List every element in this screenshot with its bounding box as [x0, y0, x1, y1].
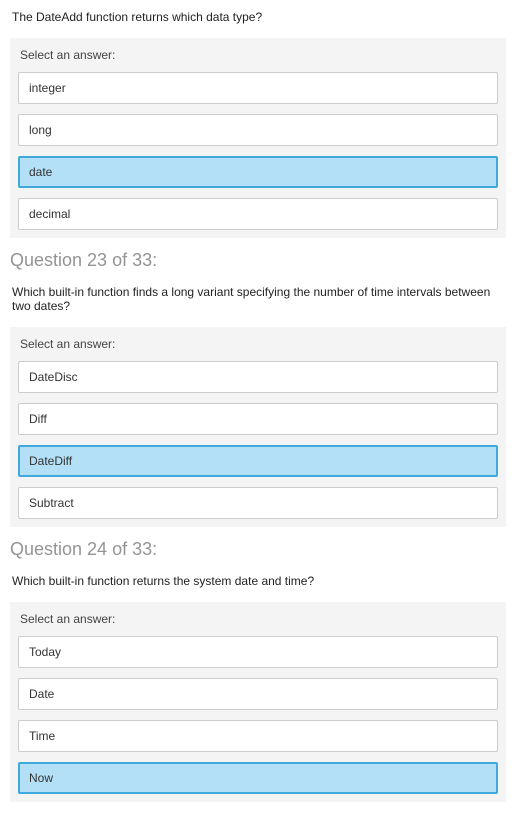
answer-option[interactable]: Today [18, 636, 498, 668]
question-text: Which built-in function returns the syst… [0, 564, 516, 594]
answer-option[interactable]: Diff [18, 403, 498, 435]
answer-option[interactable]: Now [18, 762, 498, 794]
answer-option[interactable]: Subtract [18, 487, 498, 519]
question-header: Question 24 of 33: [0, 527, 516, 564]
answer-option[interactable]: integer [18, 72, 498, 104]
question-header: Question 23 of 33: [0, 238, 516, 275]
select-answer-label: Select an answer: [18, 612, 498, 626]
answer-block: Select an answer: Today Date Time Now [10, 602, 506, 802]
answer-option[interactable]: date [18, 156, 498, 188]
select-answer-label: Select an answer: [18, 337, 498, 351]
answer-option[interactable]: Date [18, 678, 498, 710]
answer-option[interactable]: DateDisc [18, 361, 498, 393]
select-answer-label: Select an answer: [18, 48, 498, 62]
answer-option[interactable]: decimal [18, 198, 498, 230]
answer-option[interactable]: DateDiff [18, 445, 498, 477]
question-text: Which built-in function finds a long var… [0, 275, 516, 319]
answer-option[interactable]: Time [18, 720, 498, 752]
question-text: The DateAdd function returns which data … [0, 0, 516, 30]
answer-option[interactable]: long [18, 114, 498, 146]
answer-block: Select an answer: DateDisc Diff DateDiff… [10, 327, 506, 527]
answer-block: Select an answer: integer long date deci… [10, 38, 506, 238]
